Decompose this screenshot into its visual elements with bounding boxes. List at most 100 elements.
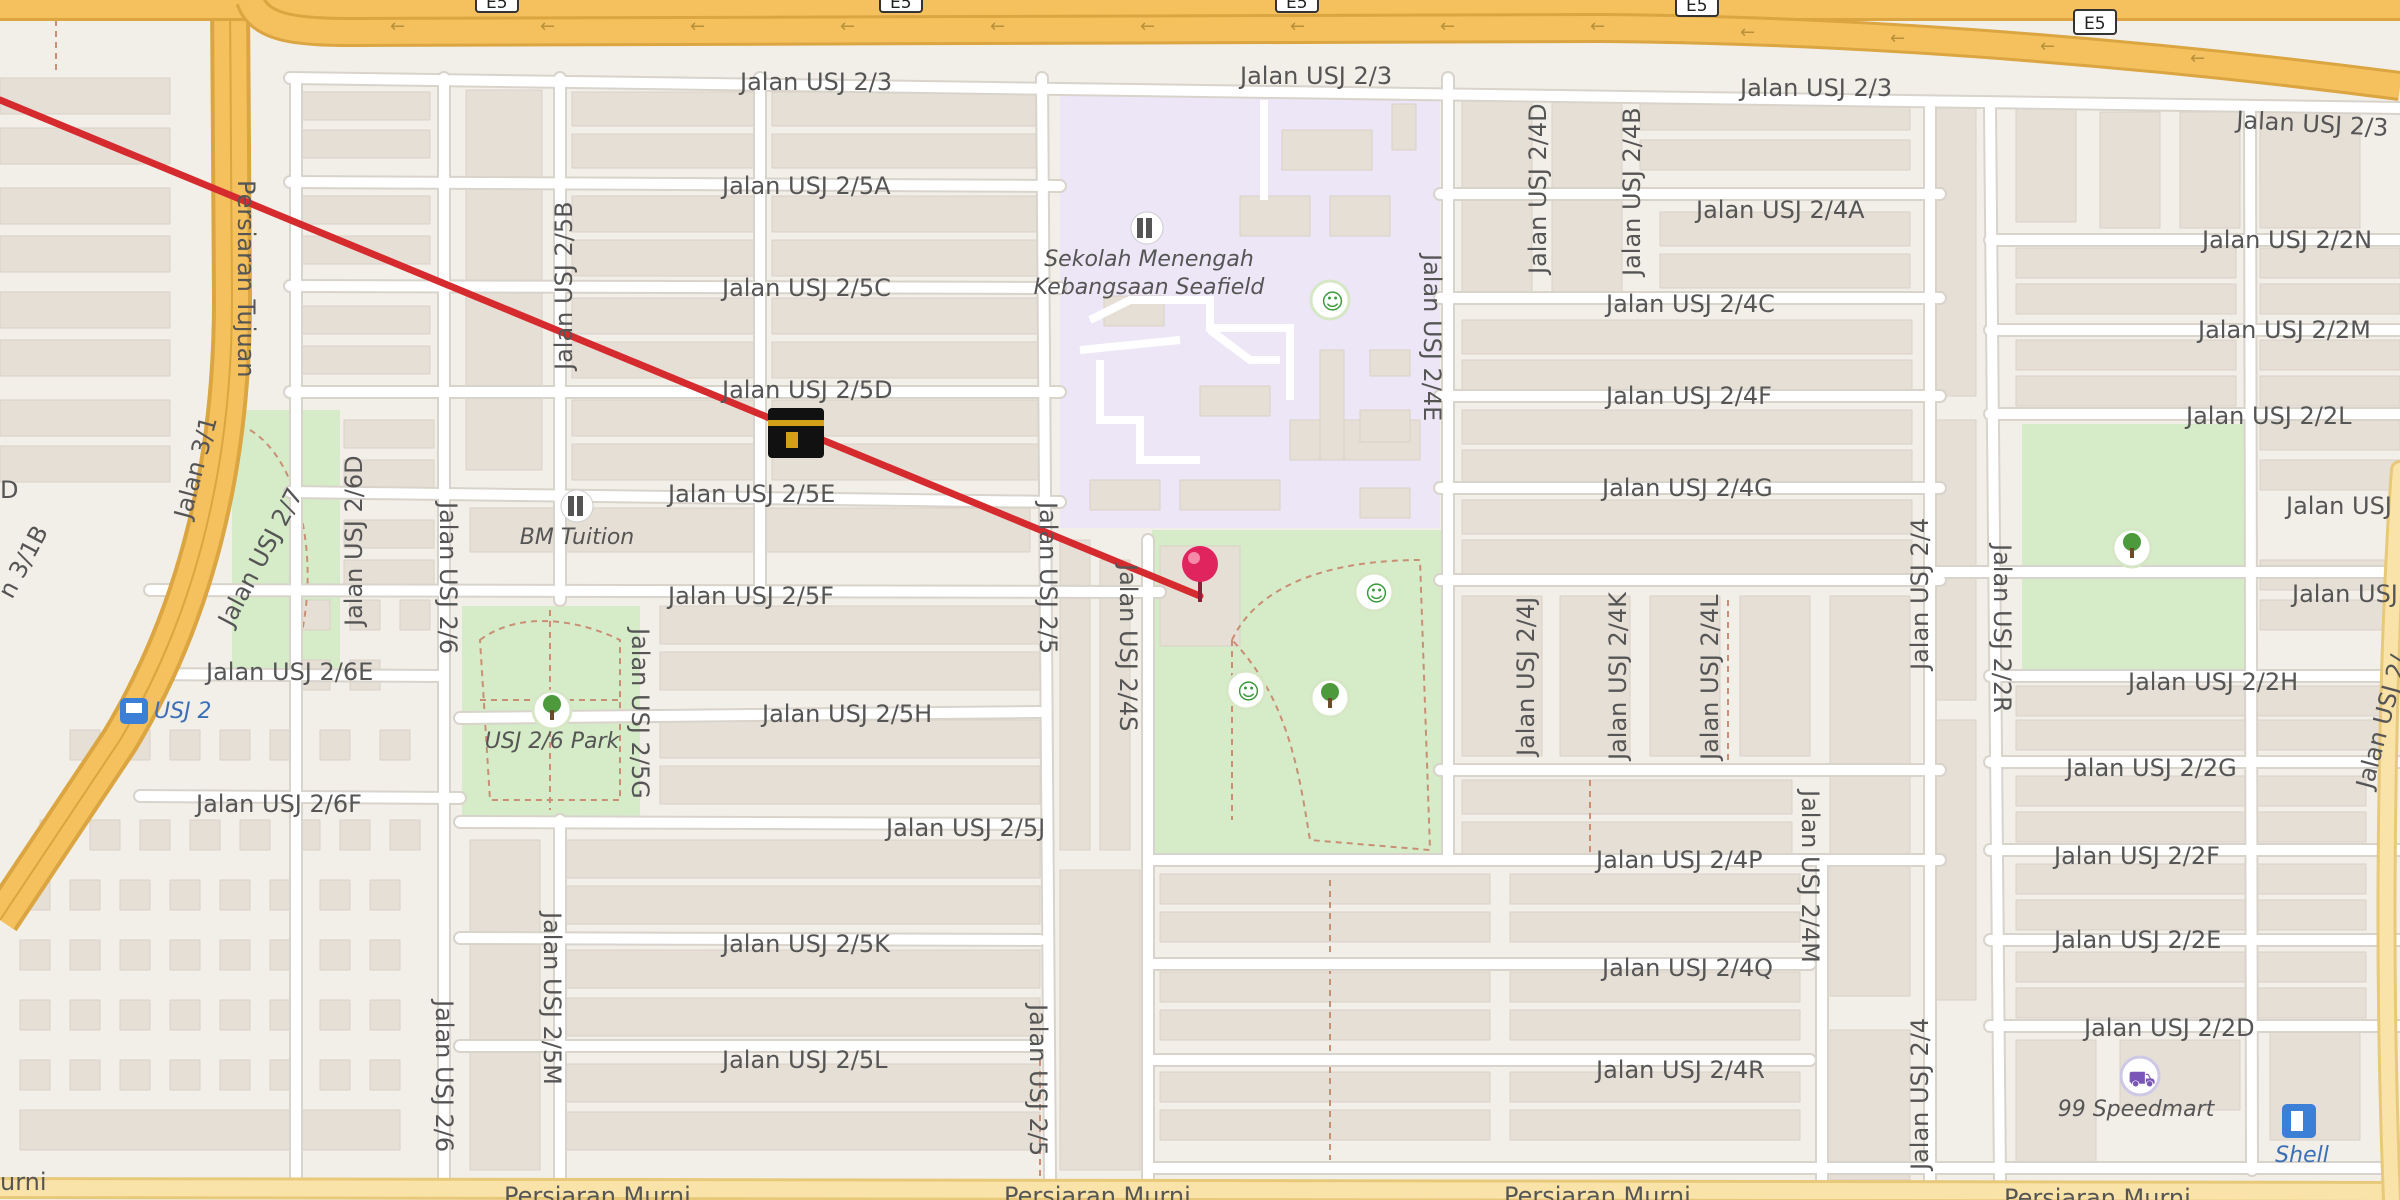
poi-label: Kebangsaan Seafield	[1034, 275, 1266, 300]
svg-text:←: ←	[1740, 22, 1755, 43]
sports-centre-icon[interactable]: ☺	[1353, 571, 1395, 613]
svg-text:←: ←	[390, 16, 405, 37]
street-label: Jalan USJ	[2290, 580, 2398, 608]
poi-label: USJ 2/6 Park	[485, 729, 621, 754]
street-label: Jalan USJ 2/4L	[1696, 594, 1724, 762]
e5-shield: E5	[2073, 9, 2117, 35]
street-label: Persiaran Murni	[2004, 1184, 2191, 1200]
street-label: Jalan USJ 2/6	[430, 998, 458, 1152]
street-label: Jalan USJ 2/5K	[720, 930, 891, 958]
svg-text:E5: E5	[890, 0, 912, 13]
street-label: Jalan USJ 2/5L	[720, 1046, 888, 1074]
street-label: Jalan USJ 2/6D	[340, 455, 368, 628]
library-icon	[1146, 218, 1152, 238]
street-label: Persiaran Murni	[504, 1182, 691, 1200]
svg-text:⛟: ⛟	[2128, 1067, 2156, 1092]
svg-text:E5: E5	[1286, 0, 1308, 13]
street-label: Jalan USJ 2/4M	[1796, 788, 1824, 963]
e5-shield: E5	[475, 0, 519, 13]
street-label: Jalan USJ 2/4J	[1512, 597, 1540, 758]
street-label: Jalan USJ 2/4K	[1604, 591, 1632, 762]
street-label: Jalan USJ 2/2F	[2052, 842, 2220, 870]
street-label: Jalan USJ 2/5B	[550, 201, 578, 372]
street-label: Jalan USJ 2/6F	[194, 790, 362, 818]
street-label: Jalan USJ 2/4R	[1594, 1056, 1765, 1084]
map-svg[interactable]: ← ← ← ← ← ← ← ← ← ← ← ← ← E5 E5 E5 E5 E5 Jalan	[0, 0, 2400, 1200]
street-label: urni	[0, 1168, 47, 1196]
svg-text:←: ←	[690, 16, 705, 37]
street-label: Jalan USJ 2/5	[1034, 500, 1062, 654]
street-label: Jalan USJ 2/4Q	[1600, 954, 1773, 982]
svg-text:←: ←	[840, 16, 855, 37]
street-label: Jalan USJ 2/6	[434, 500, 462, 654]
street-label: Jalan USJ 2/6E	[204, 658, 373, 686]
svg-text:☺: ☺	[1321, 290, 1344, 315]
svg-text:←: ←	[2190, 48, 2205, 69]
street-label: Jalan USJ 2/4P	[1594, 846, 1763, 874]
svg-text:←: ←	[1290, 16, 1305, 37]
street-label: Jalan USJ 2/4F	[1604, 382, 1772, 410]
svg-text:←: ←	[540, 16, 555, 37]
street-label: Jalan USJ 2/5F	[666, 582, 834, 610]
street-label: Jalan USJ 2/2G	[2064, 754, 2237, 782]
street-label: Jalan USJ 2/4S	[1114, 562, 1142, 731]
street-label: Jalan USJ 2/5A	[720, 172, 891, 200]
street-label: Jalan USJ 2/4G	[1600, 474, 1773, 502]
sports-centre-icon[interactable]: ☺	[1309, 279, 1351, 321]
street-label: Jalan USJ 2/5M	[538, 910, 566, 1085]
street-label: Jalan USJ 2/5	[1024, 1002, 1052, 1156]
svg-text:←: ←	[1140, 16, 1155, 37]
tree-icon[interactable]	[531, 689, 573, 731]
street-label: Jalan USJ 2/4C	[1604, 290, 1775, 318]
street-label: D	[0, 476, 18, 504]
tree-icon[interactable]	[1309, 677, 1351, 719]
street-label: Jalan USJ 2/3	[738, 68, 892, 96]
street-label: Jalan USJ 2/5C	[720, 274, 891, 302]
svg-text:←: ←	[2040, 36, 2055, 57]
svg-text:E5: E5	[2084, 14, 2106, 34]
poi-label: USJ 2	[154, 699, 212, 724]
street-label: Jalan USJ 2/3	[1738, 74, 1892, 102]
library-icon	[1137, 218, 1143, 238]
street-label: Jalan USJ 2/3	[1238, 62, 1392, 90]
e5-shield: E5	[1675, 0, 1719, 17]
poi-label: Sekolah Menengah	[1044, 247, 1254, 272]
svg-text:←: ←	[1440, 16, 1455, 37]
street-label: Jalan USJ 2/4E	[1418, 252, 1446, 421]
street-label: Jalan USJ 2/4D	[1524, 103, 1552, 276]
svg-text:☺: ☺	[1365, 582, 1388, 607]
street-label: Jalan USJ 2/4A	[1694, 196, 1865, 224]
map-canvas[interactable]: ← ← ← ← ← ← ← ← ← ← ← ← ← E5 E5 E5 E5 E5 Jalan	[0, 0, 2400, 1200]
street-label: Jalan USJ 2/2E	[2052, 926, 2221, 954]
street-label: Jalan USJ 2/5H	[760, 700, 932, 728]
street-label: Jalan USJ 2/2M	[2196, 316, 2371, 344]
street-label: Jalan USJ 2/2L	[2184, 402, 2352, 430]
street-label: Persiaran Tujuan	[232, 180, 260, 378]
svg-text:E5: E5	[1686, 0, 1708, 16]
svg-text:☺: ☺	[1237, 680, 1260, 705]
street-label: Jalan USJ 2/	[2284, 492, 2400, 520]
street-label: Persiaran Murni	[1004, 1182, 1191, 1200]
poi-label: 99 Speedmart	[2058, 1097, 2216, 1122]
street-label: Jalan USJ 2/5J	[884, 814, 1045, 842]
poi-label: Shell	[2275, 1143, 2329, 1168]
svg-text:E5: E5	[486, 0, 508, 13]
street-label: Jalan USJ 2/2H	[2126, 668, 2298, 696]
poi-label: BM Tuition	[520, 525, 635, 550]
street-label: Jalan USJ 2/5E	[666, 480, 835, 508]
e5-shield: E5	[879, 0, 923, 13]
sports-centre-icon[interactable]: ☺	[1225, 669, 1267, 711]
kaaba-icon[interactable]	[768, 408, 824, 458]
tree-icon[interactable]	[2111, 527, 2153, 569]
street-label: Jalan USJ 2/2R	[1988, 542, 2016, 713]
street-label: Jalan USJ 2/2N	[2200, 226, 2372, 254]
street-label: Jalan USJ 2/2D	[2082, 1014, 2255, 1042]
street-label: Jalan USJ 2/4	[1906, 518, 1934, 672]
svg-text:←: ←	[1590, 16, 1605, 37]
street-label: Jalan USJ 2/4	[1906, 1018, 1934, 1172]
street-label: Jalan USJ 2/5G	[626, 626, 654, 799]
bus-stop-poi[interactable]: USJ 2	[120, 698, 212, 724]
street-label: Jalan USJ 2/4B	[1618, 107, 1646, 278]
street-label: Jalan USJ 2/5D	[720, 376, 893, 404]
street-label: Persiaran Murni	[1504, 1182, 1691, 1200]
